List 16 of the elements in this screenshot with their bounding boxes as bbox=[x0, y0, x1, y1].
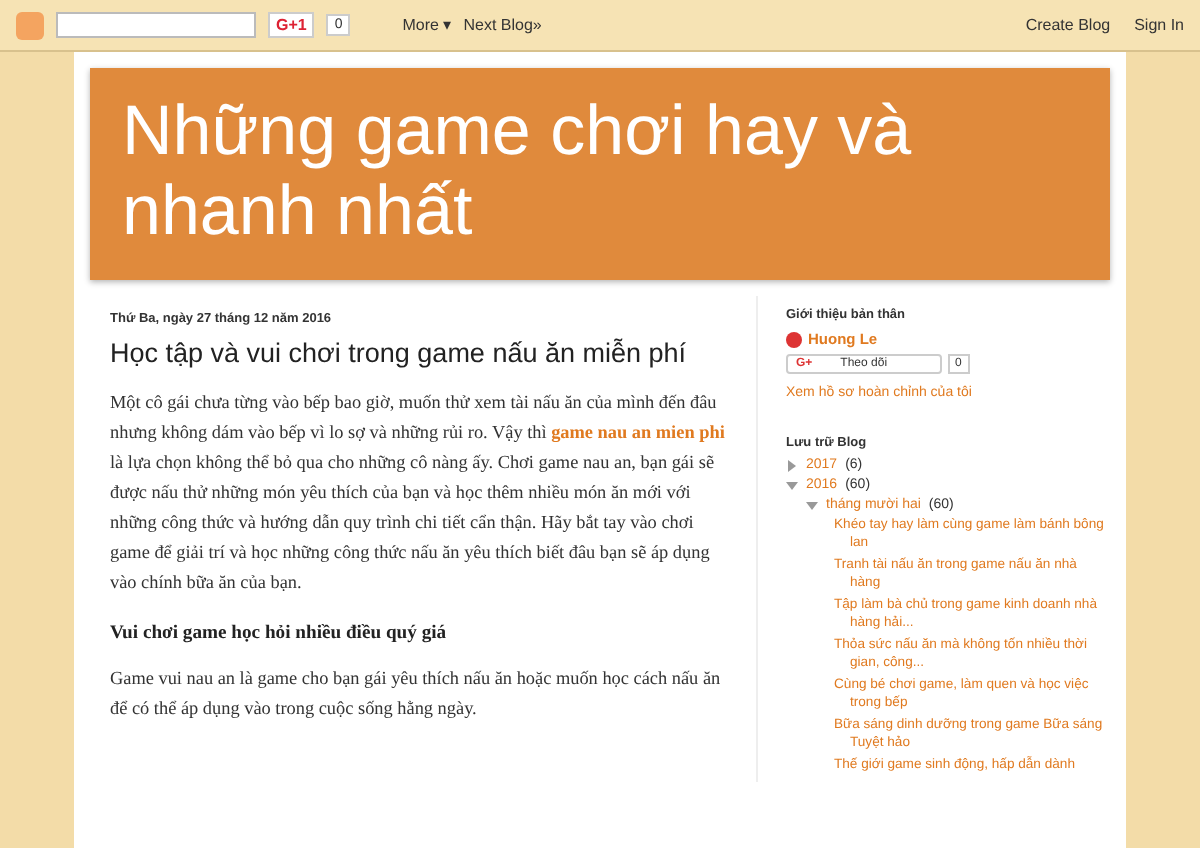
blog-title[interactable]: Những game chơi hay và nhanh nhất bbox=[122, 92, 1078, 252]
post-subheading: Vui chơi game học hỏi nhiều điều quý giá bbox=[110, 622, 449, 644]
post-paragraph: Game vui nau an là game cho bạn gái yêu thích nấu ăn hoặc muốn học cách nấu ăn để có thể áp dụng vào trong cuộc sống hằng ngày. bbox=[110, 666, 723, 722]
next-blog-link[interactable]: Next Blog» bbox=[463, 16, 542, 34]
post-paragraph: Một cô gái chưa từng vào bếp bao giờ, muốn thử xem tài nấu ăn của mình đến đâu nhưng không dám vào bếp vì lo sợ và những rủi ro. Vậy thì game nau an mien phi là lựa chọn không thể bỏ qua cho những cô nàng ấy. Chơi game nau an, bạn gái sẽ được nấu thử những món yêu thích của bạn và học thêm nhiều món ăn mới với những công thức và hướng dẫn quy trình chi tiết cẩn thận. Hãy bắt tay vào chơi game để giải trí và học những công thức nấu ăn yêu thích biết đâu bạn sẽ áp dụng vào chính bữa ăn của bạn. bbox=[110, 390, 727, 596]
search-field[interactable] bbox=[56, 12, 256, 38]
expanded-arrow-icon[interactable] bbox=[806, 499, 818, 511]
article-link[interactable]: game nau an mien phi bbox=[551, 422, 725, 442]
more-menu[interactable]: More ▾ bbox=[402, 16, 452, 34]
sign-in-link[interactable]: Sign In bbox=[1134, 16, 1184, 34]
create-blog-link[interactable]: Create Blog bbox=[1025, 16, 1111, 34]
post-title[interactable]: Học tập và vui chơi trong game nấu ăn miễn phí bbox=[110, 338, 736, 368]
profile-avatar bbox=[786, 331, 802, 347]
collapsed-arrow-icon[interactable] bbox=[786, 459, 798, 471]
expanded-arrow-icon[interactable] bbox=[786, 479, 798, 491]
google-plus-button[interactable]: G+1 bbox=[268, 12, 315, 38]
